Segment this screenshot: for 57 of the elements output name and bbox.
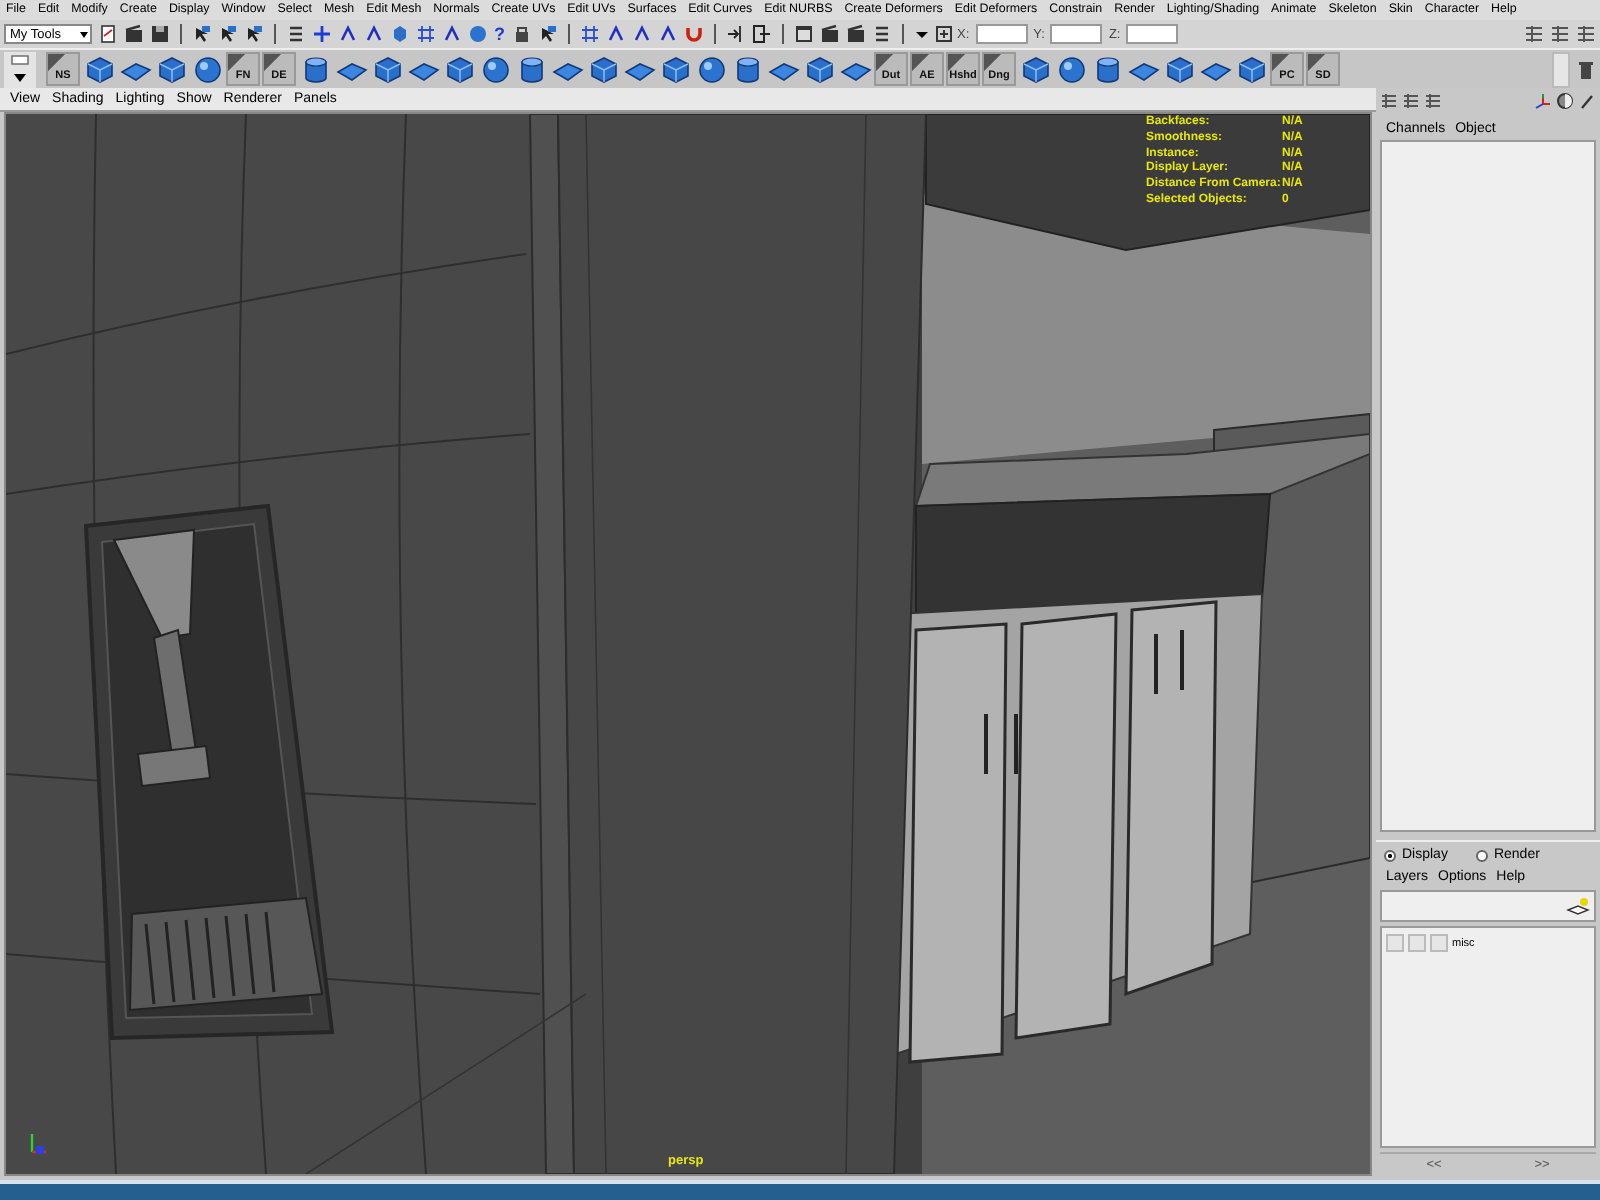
axis-icon[interactable] bbox=[1534, 91, 1552, 109]
grid-icon[interactable] bbox=[579, 24, 599, 44]
axis-icon bbox=[26, 1128, 50, 1156]
bars-icon[interactable] bbox=[871, 24, 891, 44]
cube-icon[interactable] bbox=[370, 52, 404, 86]
document-icon[interactable] bbox=[98, 24, 118, 44]
color-swatch[interactable] bbox=[1430, 934, 1448, 952]
shelf-scrollbar[interactable] bbox=[1552, 51, 1570, 87]
input-icon[interactable] bbox=[725, 24, 745, 44]
cursor-icon[interactable] bbox=[218, 24, 238, 44]
attribute-layout-icon[interactable] bbox=[1550, 24, 1570, 44]
half-circle-icon[interactable] bbox=[1556, 91, 1574, 109]
cube-icon[interactable] bbox=[658, 52, 692, 86]
window-icon[interactable] bbox=[793, 24, 813, 44]
tool-layout-icon[interactable] bbox=[1576, 24, 1596, 44]
sphere-icon[interactable] bbox=[468, 24, 488, 44]
clapperboard-icon[interactable] bbox=[845, 24, 865, 44]
cube-icon[interactable] bbox=[1234, 52, 1268, 86]
radio-button[interactable] bbox=[1475, 849, 1488, 861]
bars-icon[interactable] bbox=[286, 24, 306, 44]
coordinate-field[interactable] bbox=[1126, 24, 1179, 44]
sphere-icon[interactable] bbox=[1054, 52, 1088, 86]
cube-icon[interactable] bbox=[586, 52, 620, 86]
cube-icon[interactable] bbox=[1018, 52, 1052, 86]
grid-icon[interactable] bbox=[416, 24, 436, 44]
magnet-icon[interactable] bbox=[683, 24, 703, 44]
help-button[interactable]: ? bbox=[494, 24, 505, 44]
attribute-editor-icon[interactable] bbox=[1402, 91, 1420, 109]
sphere-icon[interactable] bbox=[478, 52, 512, 86]
lock-icon[interactable] bbox=[511, 24, 531, 44]
sphere-icon[interactable] bbox=[190, 52, 224, 86]
cube-icon[interactable] bbox=[442, 52, 476, 86]
playback-toggle[interactable] bbox=[1408, 934, 1426, 952]
caret-icon[interactable] bbox=[913, 26, 929, 42]
cursor-icon[interactable] bbox=[244, 24, 264, 44]
clapperboard-icon[interactable] bbox=[819, 24, 839, 44]
caret-icon[interactable] bbox=[12, 72, 28, 84]
coordinate-field[interactable] bbox=[1050, 24, 1103, 44]
cube-icon[interactable] bbox=[82, 52, 116, 86]
cube-icon[interactable] bbox=[390, 24, 410, 44]
cube-icon[interactable] bbox=[154, 52, 188, 86]
cube-icon[interactable] bbox=[1162, 52, 1196, 86]
plus-icon[interactable] bbox=[312, 24, 332, 44]
trash-icon[interactable] bbox=[1578, 59, 1594, 79]
cursor-icon[interactable] bbox=[192, 24, 212, 44]
sphere-icon[interactable] bbox=[694, 52, 728, 86]
cursor-icon[interactable] bbox=[537, 24, 557, 44]
cube-icon[interactable] bbox=[802, 52, 836, 86]
visibility-toggle[interactable] bbox=[1386, 934, 1404, 952]
plus-box-icon[interactable] bbox=[935, 26, 951, 42]
tool-settings-icon[interactable] bbox=[1424, 91, 1442, 109]
caret-icon bbox=[78, 28, 90, 40]
coordinate-field[interactable] bbox=[975, 24, 1028, 44]
new-layer-icon[interactable] bbox=[1566, 896, 1590, 916]
radio-button[interactable] bbox=[1384, 849, 1396, 861]
channel-box-icon[interactable] bbox=[1380, 91, 1398, 109]
clapperboard-icon[interactable] bbox=[124, 24, 144, 44]
